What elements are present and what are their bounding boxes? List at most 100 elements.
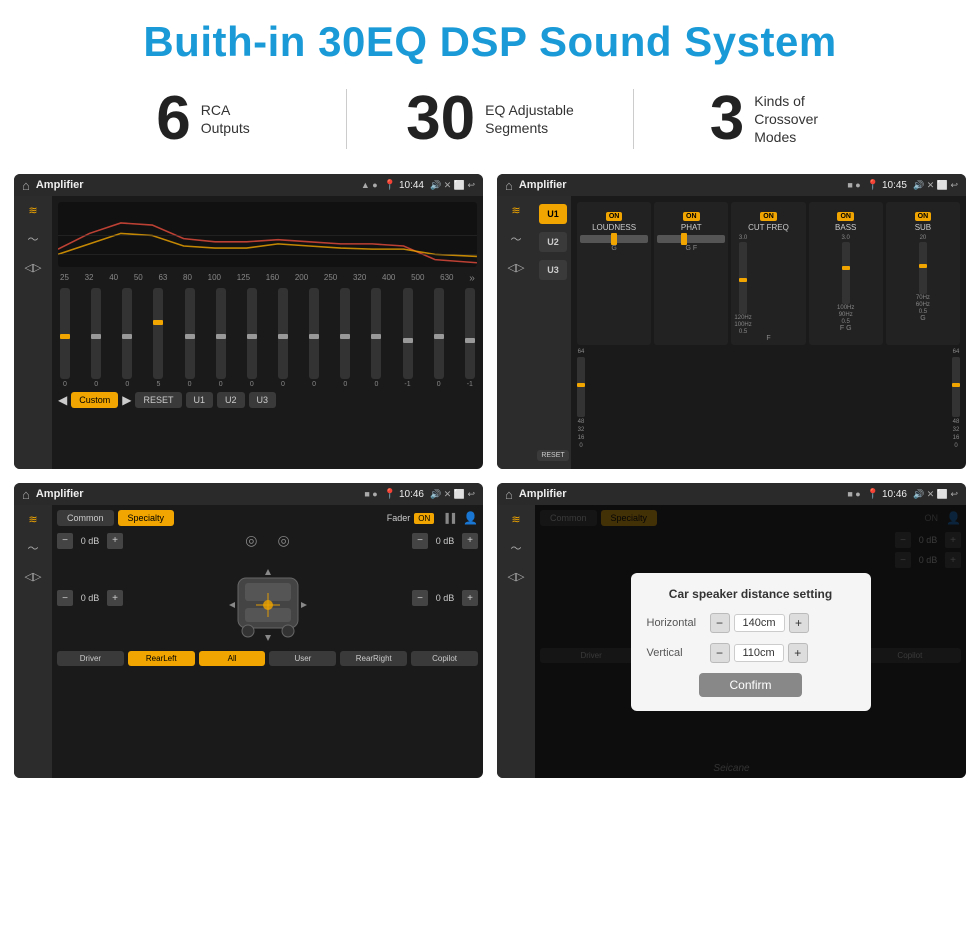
fader-speaker-icon[interactable]: ◁▷: [25, 570, 42, 583]
dist-wave-icon[interactable]: 〜: [511, 540, 522, 556]
speaker-side-icon[interactable]: ◁▷: [25, 261, 42, 274]
fader-status-icons: ■ ●: [364, 489, 377, 499]
cross-bottom-row: 64 48 32 16 0 64 48: [577, 349, 960, 449]
fader-eq-icon[interactable]: ≋: [28, 513, 37, 526]
eq-slider-9[interactable]: 0: [340, 288, 350, 388]
horizontal-plus[interactable]: +: [789, 613, 809, 633]
fader-toggle[interactable]: ▐▐: [442, 513, 455, 523]
lv-slider[interactable]: [577, 357, 585, 417]
u3-button[interactable]: U3: [249, 392, 277, 408]
vertical-plus[interactable]: +: [788, 643, 808, 663]
db-mr-value: 0 dB: [431, 593, 459, 603]
eq-slider-12[interactable]: 0: [434, 288, 444, 388]
home-icon-fader[interactable]: ⌂: [22, 487, 30, 502]
eq-slider-3[interactable]: 5: [153, 288, 163, 388]
prev-button[interactable]: ◀: [58, 393, 67, 407]
eq-slider-2[interactable]: 0: [122, 288, 132, 388]
rearright-button[interactable]: RearRight: [340, 651, 407, 666]
horizontal-minus[interactable]: −: [710, 613, 730, 633]
pv-slider[interactable]: [952, 357, 960, 417]
horizontal-row: Horizontal − 140cm +: [647, 613, 855, 633]
user-button[interactable]: User: [269, 651, 336, 666]
bass-ctrl: ON BASS 3.0 100Hz 90Hz 0.5: [809, 202, 883, 345]
eq-slider-4[interactable]: 0: [185, 288, 195, 388]
phat-slider[interactable]: [657, 235, 725, 243]
db-ml-plus[interactable]: +: [107, 590, 123, 606]
db-tl-minus[interactable]: −: [57, 533, 73, 549]
db-top-left: − 0 dB +: [57, 533, 123, 549]
sub-sliders: 20 70Hz 60Hz 0.5: [889, 235, 957, 315]
eq-icon[interactable]: ≋: [28, 204, 37, 217]
cross-wave-icon[interactable]: 〜: [511, 231, 522, 247]
fader-wave-icon[interactable]: 〜: [28, 540, 39, 556]
bass-slider-v[interactable]: [842, 242, 850, 304]
right-controls: − 0 dB +: [412, 590, 478, 606]
home-icon-eq[interactable]: ⌂: [22, 178, 30, 193]
sub-on-badge[interactable]: ON: [915, 212, 932, 221]
eq-slider-8[interactable]: 0: [309, 288, 319, 388]
u2-button[interactable]: U2: [217, 392, 245, 408]
cross-eq-icon[interactable]: ≋: [511, 204, 520, 217]
next-button[interactable]: ▶: [122, 393, 131, 407]
db-tr-plus[interactable]: +: [462, 533, 478, 549]
loudness-slider[interactable]: [580, 235, 648, 243]
cross-speaker-icon[interactable]: ◁▷: [508, 261, 525, 274]
db-ml-minus[interactable]: −: [57, 590, 73, 606]
db-tr-minus[interactable]: −: [412, 533, 428, 549]
car-svg: [223, 553, 313, 643]
phat-on-badge[interactable]: ON: [683, 212, 700, 221]
car-top: ◎ ◎: [127, 532, 408, 549]
db-ml: − 0 dB +: [57, 590, 123, 606]
vertical-minus[interactable]: −: [710, 643, 730, 663]
speaker-tl-icon: ◎: [245, 532, 257, 549]
db-mr-plus[interactable]: +: [462, 590, 478, 606]
car-diagram-center: [127, 553, 408, 643]
all-button[interactable]: All: [199, 651, 266, 666]
profile-icon[interactable]: 👤: [463, 511, 478, 525]
fader-layout: − 0 dB + ◎ ◎ − 0 dB +: [57, 532, 478, 647]
cross-reset-button[interactable]: RESET: [537, 450, 568, 461]
eq-slider-7[interactable]: 0: [278, 288, 288, 388]
specialty-tab[interactable]: Specialty: [118, 510, 175, 526]
u1-button[interactable]: U1: [186, 392, 214, 408]
dist-top-icons: 🔊 ✕ ⬜ ↩: [913, 489, 958, 500]
driver-button[interactable]: Driver: [57, 651, 124, 666]
page-header: Buith-in 30EQ DSP Sound System: [0, 0, 980, 76]
screens-grid: ⌂ Amplifier ▲ ● 📍 10:44 🔊 ✕ ⬜ ↩ ≋ 〜 ◁▷: [0, 168, 980, 788]
rearleft-button[interactable]: RearLeft: [128, 651, 195, 666]
u3-chan-button[interactable]: U3: [539, 260, 567, 280]
home-icon-dist[interactable]: ⌂: [505, 487, 513, 502]
eq-slider-1[interactable]: 0: [91, 288, 101, 388]
copilot-button[interactable]: Copilot: [411, 651, 478, 666]
dist-speaker-icon[interactable]: ◁▷: [508, 570, 525, 583]
sub-slider-v[interactable]: [919, 242, 927, 294]
db-tl-plus[interactable]: +: [107, 533, 123, 549]
sub-sub: G: [889, 315, 957, 322]
fader-on-badge: ON: [414, 513, 434, 524]
common-tab[interactable]: Common: [57, 510, 114, 526]
bass-on-badge[interactable]: ON: [837, 212, 854, 221]
confirm-button[interactable]: Confirm: [699, 673, 801, 697]
home-icon-cross[interactable]: ⌂: [505, 178, 513, 193]
eq-slider-5[interactable]: 0: [216, 288, 226, 388]
eq-slider-11[interactable]: -1: [403, 288, 413, 388]
u1-chan-button[interactable]: U1: [539, 204, 567, 224]
cutfreq-slider-v[interactable]: [739, 242, 747, 314]
reset-button[interactable]: RESET: [135, 392, 181, 408]
cutfreq-on-badge[interactable]: ON: [760, 212, 777, 221]
eq-slider-10[interactable]: 0: [371, 288, 381, 388]
eq-screen-title: Amplifier: [36, 179, 355, 191]
cutfreq-ctrl: ON CUT FREQ 3.0 120Hz 100Hz 0.5: [731, 202, 805, 345]
db-mr-minus[interactable]: −: [412, 590, 428, 606]
loudness-on-badge[interactable]: ON: [606, 212, 623, 221]
wave-icon[interactable]: 〜: [28, 231, 39, 247]
eq-slider-0[interactable]: 0: [60, 288, 70, 388]
more-icon[interactable]: »: [469, 273, 475, 284]
eq-slider-6[interactable]: 0: [247, 288, 257, 388]
vertical-control: − 110cm +: [710, 643, 808, 663]
fader-screen-title: Amplifier: [36, 488, 359, 500]
custom-button[interactable]: Custom: [71, 392, 118, 408]
u2-chan-button[interactable]: U2: [539, 232, 567, 252]
eq-slider-13[interactable]: -1: [465, 288, 475, 388]
dist-eq-icon[interactable]: ≋: [511, 513, 520, 526]
